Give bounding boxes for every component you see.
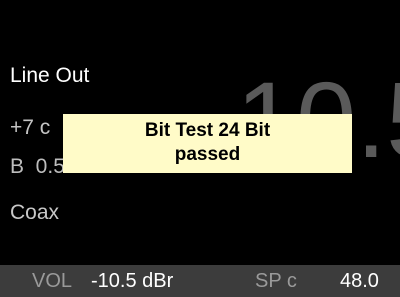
output-mode-label: Line Out (10, 64, 90, 87)
status-bar: VOL -10.5 dBr SP c 48.0 (0, 265, 400, 297)
sample-rate-value: 48.0 (340, 270, 379, 292)
volume-value: -10.5 dBr (91, 270, 174, 292)
bit-test-popup: Bit Test 24 Bit passed (63, 114, 352, 173)
device-display: Line Out +7 c B 0.5 / +2.5 Coax 10.5 Bit… (0, 0, 400, 297)
popup-title: Bit Test 24 Bit (144, 120, 271, 141)
volume-label: VOL (32, 270, 73, 292)
gain-value: +7 c (10, 116, 51, 139)
sample-rate-label: SP c (255, 270, 297, 292)
input-source-label: Coax (10, 201, 60, 224)
popup-status: passed (174, 144, 241, 165)
